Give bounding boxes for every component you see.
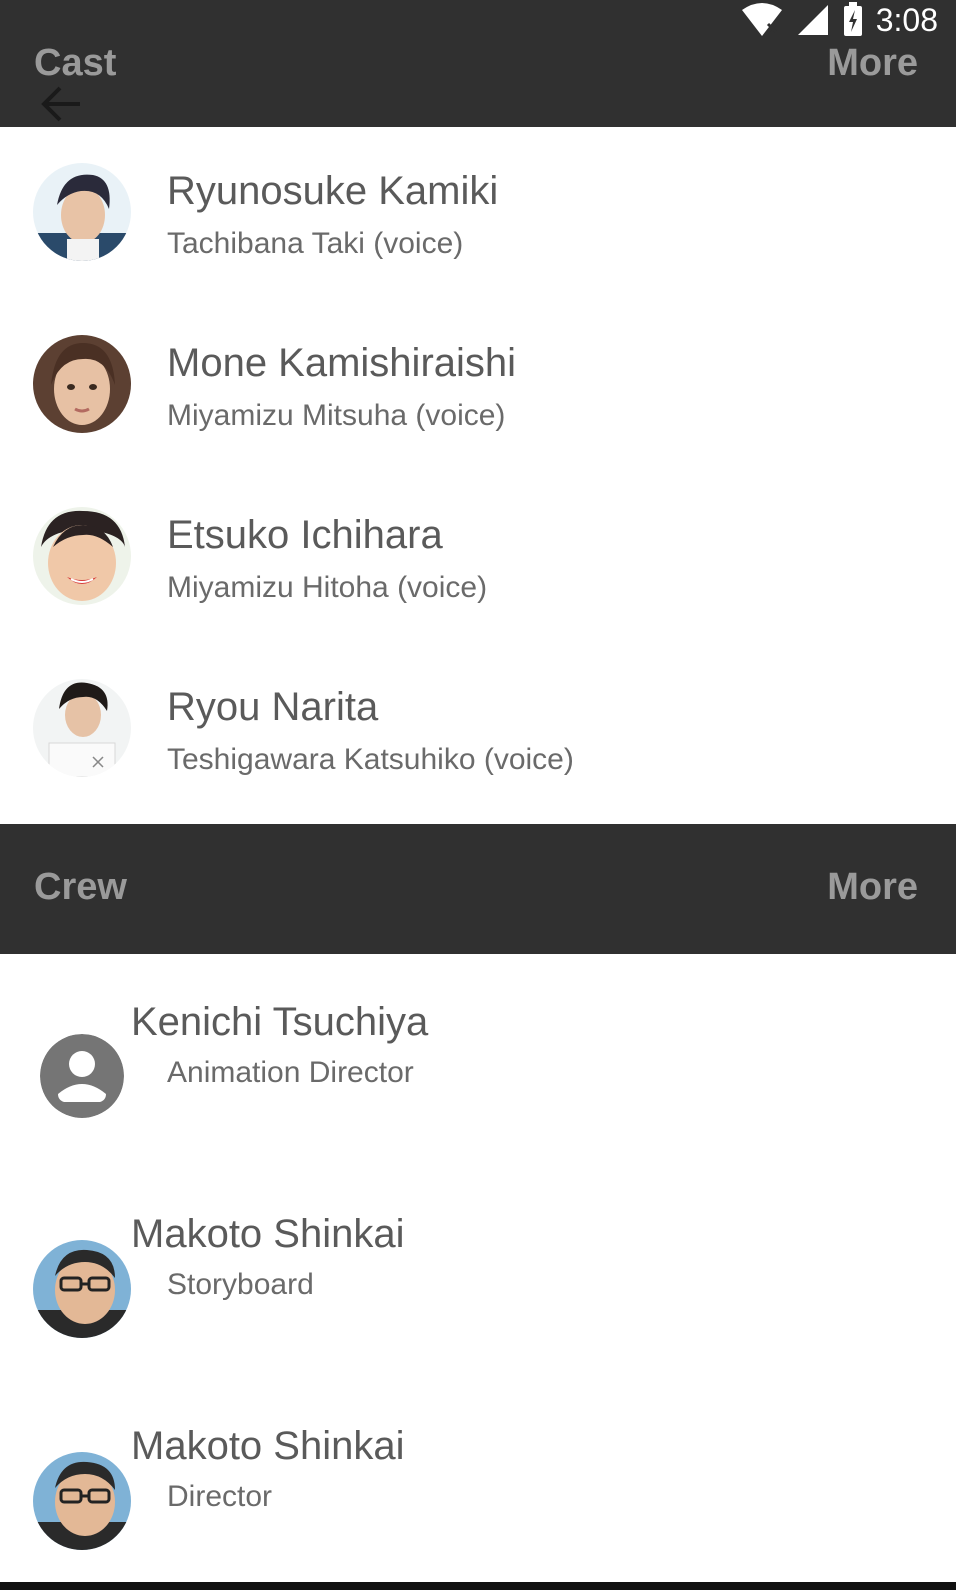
back-arrow-icon[interactable] (40, 84, 84, 124)
cast-more-button[interactable]: More (827, 42, 918, 85)
crew-role: Director (167, 1480, 273, 1513)
cast-role: Miyamizu Mitsuha (voice) (167, 399, 506, 432)
wifi-off-icon (741, 3, 782, 36)
cast-name: Mone Kamishiraishi (167, 341, 517, 385)
crew-name: Kenichi Tsuchiya (131, 1000, 429, 1044)
crew-name: Makoto Shinkai (131, 1424, 405, 1468)
crew-list-item[interactable]: Makoto Shinkai Director (0, 1378, 956, 1590)
cast-role: Miyamizu Hitoha (voice) (167, 571, 488, 604)
crew-role: Storyboard (167, 1268, 314, 1301)
cast-list-item[interactable]: Etsuko Ichihara Miyamizu Hitoha (voice) (0, 471, 956, 643)
avatar (33, 1452, 131, 1550)
cast-role: Teshigawara Katsuhiko (voice) (167, 743, 574, 776)
status-bar: 3:08 (740, 0, 938, 40)
cast-list-item[interactable]: Mone Kamishiraishi Miyamizu Mitsuha (voi… (0, 299, 956, 471)
cast-list-item[interactable]: Ryunosuke Kamiki Tachibana Taki (voice) (0, 127, 956, 299)
avatar (33, 1240, 131, 1338)
cast-name: Ryou Narita (167, 685, 379, 729)
cast-header-bar: 3:08 Cast More (0, 0, 956, 127)
avatar (33, 679, 131, 777)
cast-role: Tachibana Taki (voice) (167, 227, 464, 260)
crew-more-button[interactable]: More (827, 866, 918, 909)
avatar (33, 335, 131, 433)
status-time: 3:08 (875, 1, 938, 38)
signal-icon (797, 5, 828, 35)
crew-list-item[interactable]: Kenichi Tsuchiya Animation Director (0, 954, 956, 1166)
cast-section-title: Cast (34, 42, 117, 84)
cast-name: Etsuko Ichihara (167, 513, 443, 557)
crew-header-bar (0, 824, 956, 954)
crew-list-item[interactable]: Makoto Shinkai Storyboard (0, 1166, 956, 1378)
battery-charging-icon (843, 2, 862, 36)
cast-list-item[interactable]: Ryou Narita Teshigawara Katsuhiko (voice… (0, 643, 956, 824)
crew-section-title: Crew (34, 866, 127, 908)
avatar (33, 507, 131, 605)
crew-name: Makoto Shinkai (131, 1212, 405, 1256)
bottom-divider (0, 1582, 956, 1590)
person-placeholder-icon (40, 1034, 124, 1118)
crew-role: Animation Director (167, 1056, 414, 1089)
cast-name: Ryunosuke Kamiki (167, 169, 499, 213)
avatar (33, 163, 131, 261)
